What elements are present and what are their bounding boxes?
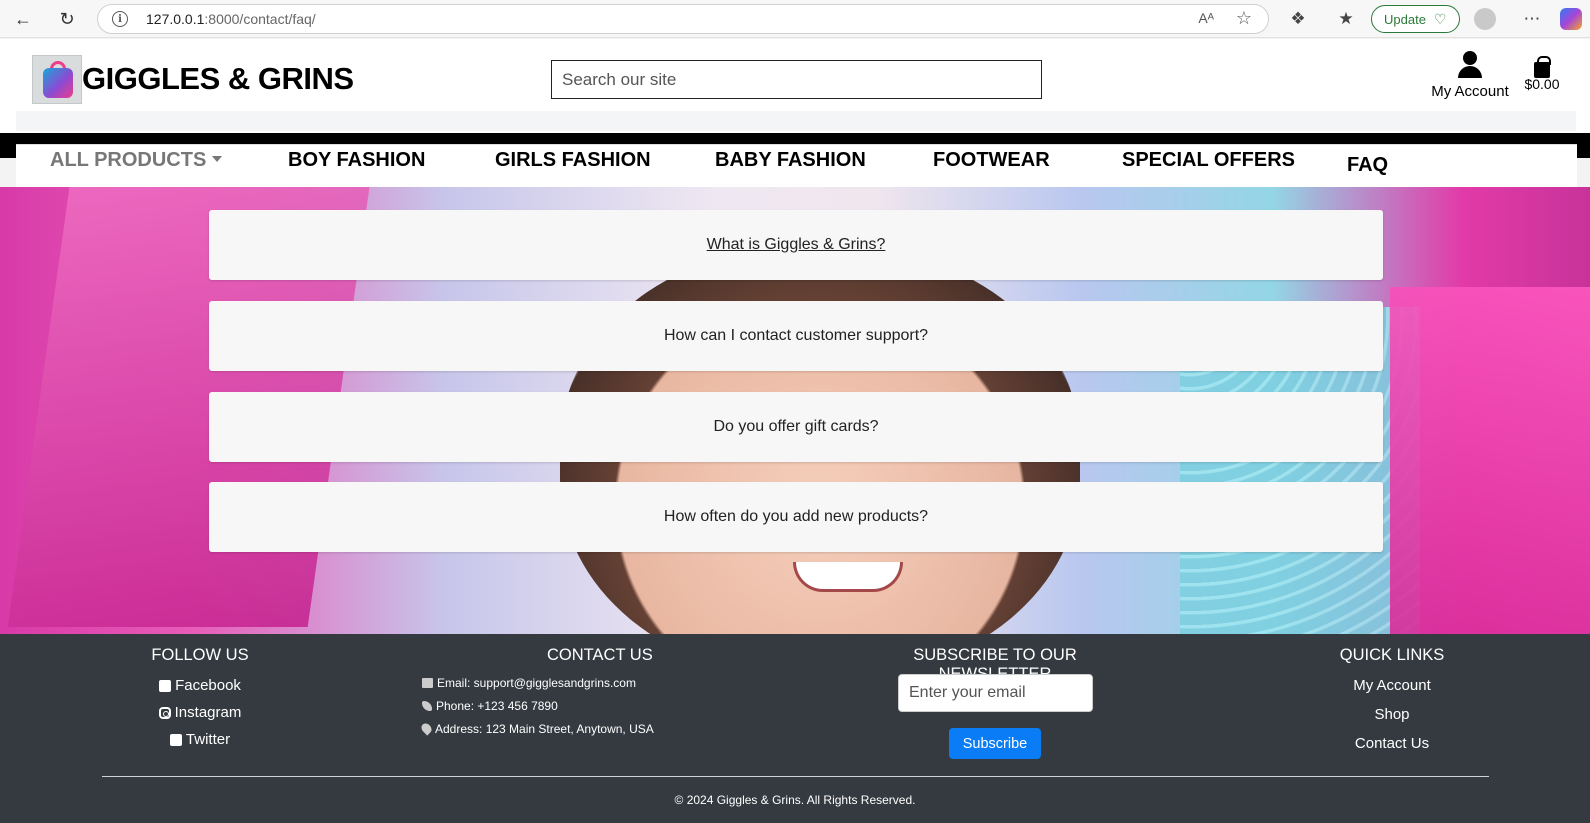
user-icon <box>1457 51 1483 79</box>
my-account-label: My Account <box>1431 83 1509 100</box>
faq-question-2-text: How can I contact customer support? <box>663 327 929 344</box>
faq-question-3[interactable]: Do you offer gift cards? <box>209 392 1383 462</box>
follow-us-column: FOLLOW US Facebook Instagram Twitter <box>90 646 310 748</box>
site-header: GIGGLES & GRINS My Account $0.00 <box>0 39 1590 133</box>
nav-all-products-label: ALL PRODUCTS <box>50 149 207 171</box>
shopping-bag-icon <box>1534 56 1551 78</box>
site-logo-text[interactable]: GIGGLES & GRINS <box>82 61 354 97</box>
quick-link-contact-us[interactable]: Contact Us <box>1292 735 1492 764</box>
nav-baby-fashion[interactable]: BABY FASHION <box>715 149 866 172</box>
faq-question-1-text: What is Giggles & Grins? <box>706 236 886 253</box>
pink-bag-right <box>1390 287 1590 634</box>
contact-address: Address: 123 Main Street, Anytown, USA <box>419 717 772 740</box>
follow-us-title: FOLLOW US <box>151 646 249 664</box>
nav-girls-fashion[interactable]: GIRLS FASHION <box>495 149 651 172</box>
heartbeat-icon: ♡ <box>1433 10 1447 27</box>
quick-link-shop[interactable]: Shop <box>1292 706 1492 735</box>
contact-us-column: CONTACT US Email: support@gigglesandgrin… <box>419 646 772 740</box>
extensions-icon[interactable]: ❖ <box>1286 7 1310 31</box>
quick-links-title: QUICK LINKS <box>1339 646 1445 664</box>
site-footer: FOLLOW US Facebook Instagram Twitter CON… <box>0 634 1590 823</box>
contact-address-text: Address: 123 Main Street, Anytown, USA <box>435 721 654 736</box>
favorite-star-icon[interactable]: ☆ <box>1236 8 1252 29</box>
my-account-link[interactable]: My Account <box>1425 51 1515 100</box>
cart-total: $0.00 <box>1524 76 1560 92</box>
contact-email[interactable]: Email: support@gigglesandgrins.com <box>422 671 772 694</box>
copyright-text: © 2024 Giggles & Grins. All Rights Reser… <box>674 793 916 807</box>
facebook-icon <box>159 679 172 692</box>
faq-question-1[interactable]: What is Giggles & Grins? <box>209 210 1383 280</box>
newsletter-email-input[interactable] <box>898 674 1093 712</box>
favorites-icon[interactable]: ★ <box>1334 7 1358 31</box>
contact-phone: Phone: +123 456 7890 <box>422 694 772 717</box>
more-menu-icon[interactable]: ⋯ <box>1520 7 1544 31</box>
contact-us-title: CONTACT US <box>547 646 653 664</box>
browser-toolbar: ← ↻ i 127.0.0.1:8000/contact/faq/ Aᴬ ☆ ❖… <box>0 0 1590 38</box>
envelope-icon <box>422 677 433 688</box>
main-nav: ALL PRODUCTS BOY FASHION GIRLS FASHION B… <box>16 144 1577 187</box>
twitter-label: Twitter <box>185 731 231 748</box>
instagram-icon <box>158 706 171 719</box>
facebook-link[interactable]: Facebook <box>90 677 310 694</box>
url-path: :8000/contact/faq/ <box>204 11 316 27</box>
url-text[interactable]: 127.0.0.1:8000/contact/faq/ <box>146 11 316 27</box>
subscribe-button[interactable]: Subscribe <box>949 728 1041 759</box>
read-aloud-icon[interactable]: Aᴬ <box>1198 10 1214 26</box>
nav-footwear[interactable]: FOOTWEAR <box>933 149 1050 172</box>
nav-all-products[interactable]: ALL PRODUCTS <box>50 149 223 172</box>
header-divider <box>16 111 1576 131</box>
site-info-icon[interactable]: i <box>112 11 128 27</box>
instagram-link[interactable]: Instagram <box>90 704 310 721</box>
phone-icon <box>422 700 432 711</box>
contact-phone-text: Phone: +123 456 7890 <box>436 698 558 713</box>
url-host: 127.0.0.1 <box>146 11 205 27</box>
update-button[interactable]: Update ♡ <box>1371 5 1460 33</box>
faq-question-2[interactable]: How can I contact customer support? <box>209 301 1383 371</box>
reload-icon[interactable]: ↻ <box>55 7 79 31</box>
nav-boy-fashion[interactable]: BOY FASHION <box>288 149 425 172</box>
map-pin-icon <box>419 721 434 736</box>
faq-question-4[interactable]: How often do you add new products? <box>209 482 1383 552</box>
nav-special-offers[interactable]: SPECIAL OFFERS <box>1122 149 1295 172</box>
twitter-link[interactable]: Twitter <box>90 731 310 748</box>
quick-link-my-account[interactable]: My Account <box>1292 677 1492 706</box>
search-input[interactable] <box>551 60 1042 99</box>
footer-divider <box>102 776 1489 777</box>
address-bar[interactable]: i 127.0.0.1:8000/contact/faq/ Aᴬ ☆ <box>97 4 1269 34</box>
update-label: Update <box>1384 11 1426 27</box>
contact-email-text: Email: support@gigglesandgrins.com <box>437 675 636 690</box>
twitter-icon <box>169 733 182 746</box>
back-arrow-icon[interactable]: ← <box>11 7 35 31</box>
quick-links-column: QUICK LINKS My Account Shop Contact Us <box>1292 646 1492 764</box>
nav-faq[interactable]: FAQ <box>1347 154 1388 177</box>
caret-down-icon <box>212 155 223 162</box>
logo-icon[interactable] <box>32 55 82 104</box>
cart-link[interactable]: $0.00 <box>1522 56 1562 92</box>
copilot-icon[interactable] <box>1560 8 1582 30</box>
facebook-label: Facebook <box>175 677 241 694</box>
faq-question-4-text: How often do you add new products? <box>663 508 929 525</box>
faq-question-3-text: Do you offer gift cards? <box>713 418 879 435</box>
instagram-label: Instagram <box>174 704 242 721</box>
profile-avatar[interactable] <box>1474 8 1496 30</box>
girl-smile <box>793 562 903 592</box>
